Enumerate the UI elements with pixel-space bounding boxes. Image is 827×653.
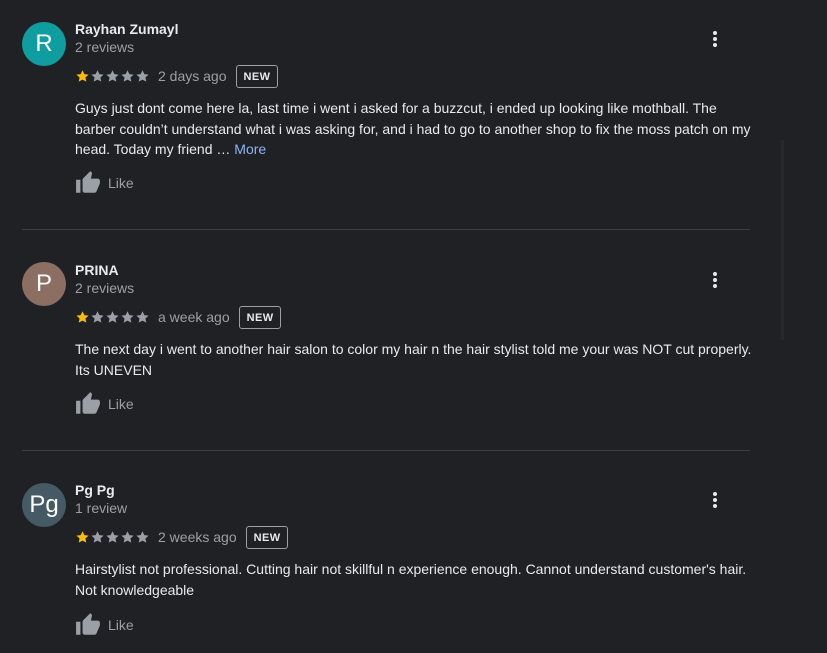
star-icon (106, 530, 119, 543)
star-rating (75, 530, 150, 545)
star-icon (136, 530, 149, 543)
review-date: 2 days ago (158, 68, 227, 84)
more-options-button[interactable] (704, 26, 726, 52)
star-icon (91, 530, 104, 543)
review-text: Hairstylist not professional. Cutting ha… (75, 559, 755, 600)
star-icon (76, 310, 89, 323)
divider (22, 229, 750, 230)
scrollbar-track[interactable] (781, 140, 784, 340)
reviewer-review-count: 2 reviews (75, 280, 135, 296)
star-icon (136, 69, 149, 82)
star-icon (76, 530, 89, 543)
star-icon (121, 530, 134, 543)
star-icon (121, 69, 134, 82)
new-badge: NEW (245, 525, 289, 549)
divider (22, 450, 750, 451)
review-text: The next day i went to another hair salo… (75, 339, 755, 380)
rating-row: 2 days ago NEW (75, 64, 279, 88)
more-link[interactable]: More (234, 141, 266, 157)
avatar[interactable]: Pg (22, 483, 66, 527)
reviewer-name[interactable]: PRINA (75, 262, 119, 278)
new-badge: NEW (235, 64, 279, 88)
new-badge: NEW (238, 305, 282, 329)
star-icon (121, 310, 134, 323)
like-label: Like (108, 396, 134, 412)
like-button[interactable]: Like (75, 391, 134, 417)
review-text-body: The next day i went to another hair salo… (75, 341, 752, 378)
reviewer-review-count: 1 review (75, 500, 128, 516)
review-date: 2 weeks ago (158, 529, 237, 545)
star-icon (106, 310, 119, 323)
more-vert-icon (713, 31, 717, 47)
more-options-button[interactable] (704, 487, 726, 513)
star-icon (91, 69, 104, 82)
like-label: Like (108, 617, 134, 633)
like-label: Like (108, 175, 134, 191)
reviewer-review-count: 2 reviews (75, 39, 135, 55)
review-date: a week ago (158, 309, 230, 325)
like-button[interactable]: Like (75, 612, 134, 638)
review-text: Guys just dont come here la, last time i… (75, 98, 755, 160)
thumb-up-icon (76, 171, 100, 193)
star-rating (75, 69, 150, 84)
star-icon (91, 310, 104, 323)
more-vert-icon (713, 272, 717, 288)
reviewer-name[interactable]: Rayhan Zumayl (75, 21, 178, 37)
like-button[interactable]: Like (75, 170, 134, 196)
avatar[interactable]: P (22, 262, 66, 306)
thumb-up-icon (76, 613, 100, 635)
review-text-body: Guys just dont come here la, last time i… (75, 100, 751, 157)
star-icon (106, 69, 119, 82)
star-icon (76, 69, 89, 82)
star-icon (136, 310, 149, 323)
review-text-body: Hairstylist not professional. Cutting ha… (75, 561, 747, 598)
more-options-button[interactable] (704, 267, 726, 293)
avatar[interactable]: R (22, 22, 66, 66)
thumb-up-icon (76, 392, 100, 414)
rating-row: 2 weeks ago NEW (75, 525, 289, 549)
reviewer-name[interactable]: Pg Pg (75, 482, 115, 498)
more-vert-icon (713, 492, 717, 508)
rating-row: a week ago NEW (75, 305, 282, 329)
star-rating (75, 310, 150, 325)
